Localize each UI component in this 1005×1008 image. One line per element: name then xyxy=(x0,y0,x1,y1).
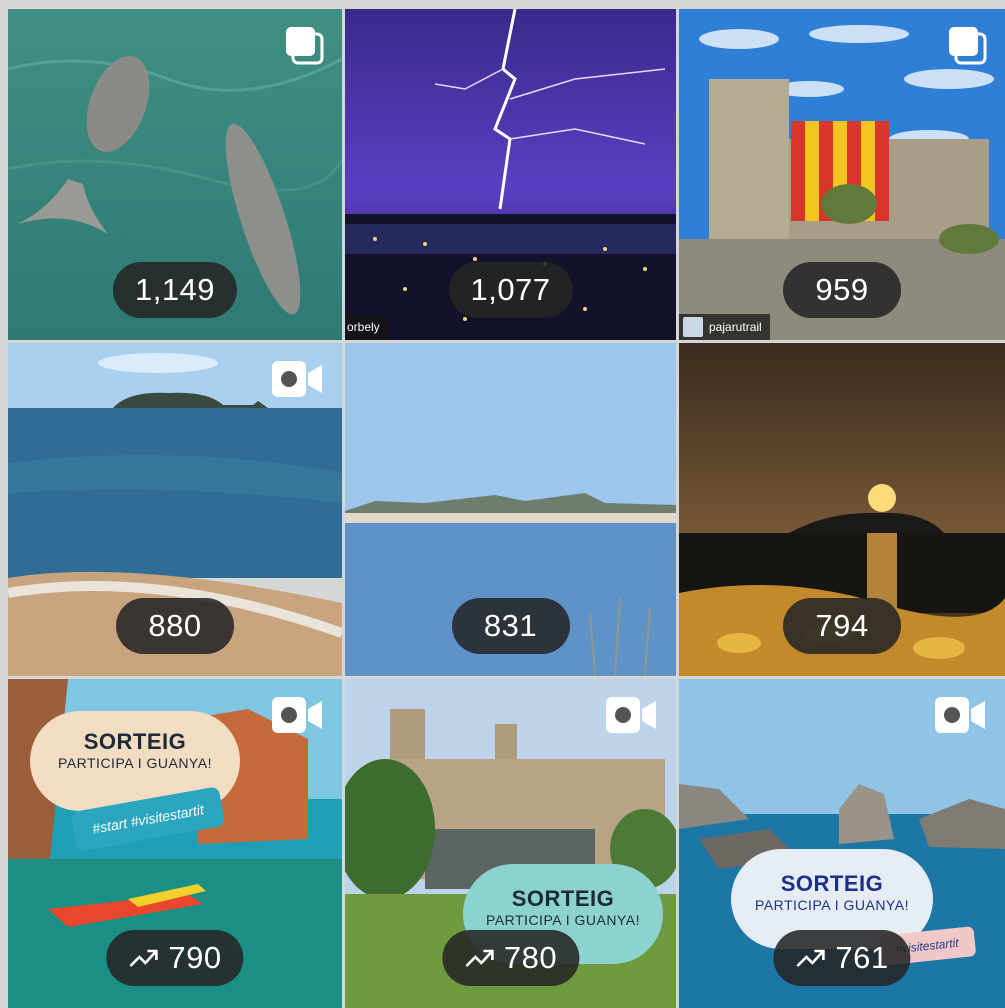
view-count-pill: 790 xyxy=(106,930,244,986)
view-count: 780 xyxy=(503,940,558,975)
grid-tile-8[interactable]: SORTEIG PARTICIPA I GUANYA! 780 xyxy=(345,679,676,1008)
view-count-pill: 831 xyxy=(451,598,570,654)
view-count-pill: 1,149 xyxy=(112,262,238,318)
view-count: 1,077 xyxy=(470,272,551,307)
view-count: 761 xyxy=(835,940,889,975)
view-count-pill: 761 xyxy=(773,930,911,986)
multiple-photos-icon xyxy=(949,27,987,65)
user-tag-label: pajarutrail xyxy=(709,320,762,334)
promo-subtitle: PARTICIPA I GUANYA! xyxy=(58,755,212,771)
multiple-photos-icon xyxy=(286,27,324,65)
grid-tile-5[interactable]: 831 xyxy=(345,343,676,676)
user-tag[interactable]: orbely xyxy=(345,314,388,340)
view-count: 831 xyxy=(483,608,538,643)
explore-grid: 1,149 orbely 1,077 pajarutrail 959 880 8… xyxy=(0,0,1005,1008)
view-count: 959 xyxy=(815,272,869,307)
promo-subtitle: PARTICIPA I GUANYA! xyxy=(486,912,640,928)
user-tag-label: orbely xyxy=(347,320,380,334)
grid-tile-2[interactable]: orbely 1,077 xyxy=(345,9,676,340)
user-avatar xyxy=(683,317,703,337)
promo-hashtags-text: #start #visitestartit xyxy=(91,801,205,837)
view-count: 1,149 xyxy=(134,272,216,307)
grid-tile-6[interactable]: 794 xyxy=(679,343,1005,676)
view-count-pill: 780 xyxy=(441,930,580,986)
trending-icon xyxy=(464,949,494,967)
grid-tile-9[interactable]: SORTEIG PARTICIPA I GUANYA! #visitestart… xyxy=(679,679,1005,1008)
video-icon xyxy=(272,361,322,397)
view-count-pill: 880 xyxy=(116,598,234,654)
grid-tile-1[interactable]: 1,149 xyxy=(8,9,342,340)
view-count: 880 xyxy=(148,608,202,643)
view-count: 794 xyxy=(815,608,869,643)
promo-title: SORTEIG xyxy=(83,729,187,754)
view-count-pill: 794 xyxy=(783,598,901,654)
video-icon xyxy=(606,697,656,733)
view-count-pill: 959 xyxy=(783,262,901,318)
trending-icon xyxy=(796,949,825,967)
grid-tile-4[interactable]: 880 xyxy=(8,343,342,676)
promo-title: SORTEIG xyxy=(511,886,615,911)
view-count: 790 xyxy=(168,940,222,975)
video-icon xyxy=(272,697,322,733)
grid-tile-3[interactable]: pajarutrail 959 xyxy=(679,9,1005,340)
video-icon xyxy=(935,697,985,733)
grid-tile-7[interactable]: SORTEIG PARTICIPA I GUANYA! #start #visi… xyxy=(8,679,342,1008)
view-count-pill: 1,077 xyxy=(448,262,573,318)
promo-subtitle: PARTICIPA I GUANYA! xyxy=(755,897,909,913)
user-tag[interactable]: pajarutrail xyxy=(679,314,770,340)
trending-icon xyxy=(129,949,158,967)
promo-title: SORTEIG xyxy=(780,871,884,896)
